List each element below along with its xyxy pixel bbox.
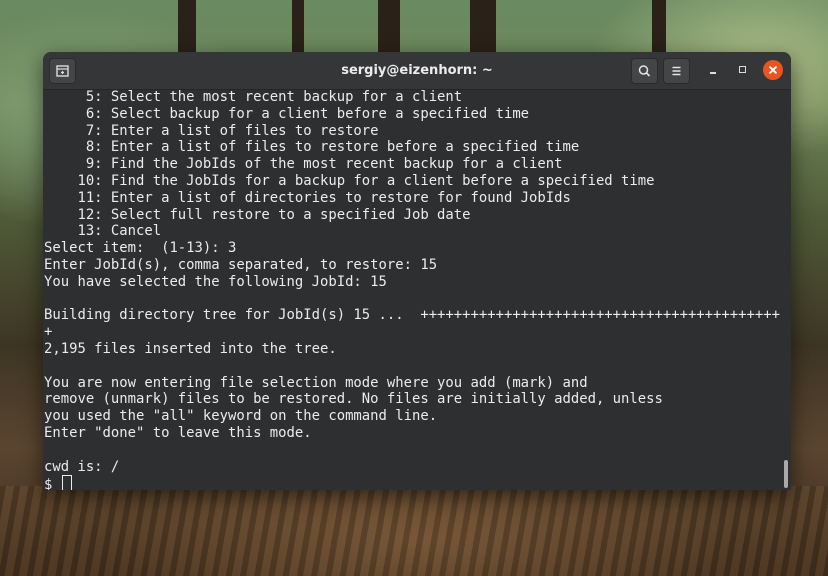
tree-trunk (378, 0, 400, 60)
search-icon (638, 65, 651, 77)
prompt-symbol: $ (44, 477, 61, 490)
terminal-line: 13: Cancel (44, 223, 162, 240)
terminal-line: + (44, 324, 53, 341)
tree-trunk (470, 0, 496, 60)
terminal-line: 9: Find the JobIds of the most recent ba… (44, 156, 563, 173)
maximize-button[interactable] (733, 60, 753, 80)
command-prompt-line[interactable]: $ (44, 475, 780, 490)
menu-button[interactable] (663, 58, 690, 84)
terminal-line: 10: Find the JobIds for a backup for a c… (44, 172, 655, 189)
scrollbar[interactable] (784, 460, 788, 488)
terminal-lines: 5: Select the most recent backup for a c… (44, 89, 780, 490)
title-bar[interactable]: sergiy@eizenhorn: ~ (43, 52, 791, 90)
terminal-line: Select item: (1-13): 3 (44, 240, 237, 257)
terminal-window: sergiy@eizenhorn: ~ 5: Select the most r (43, 52, 791, 490)
close-button[interactable] (763, 60, 783, 80)
terminal-line: Building directory tree for JobId(s) 15 … (44, 307, 780, 324)
terminal-line: 2,195 files inserted into the tree. (44, 340, 337, 357)
terminal-line: Enter "done" to leave this mode. (44, 424, 312, 441)
terminal-line: You are now entering file selection mode… (44, 374, 588, 391)
terminal-line: cwd is: / (44, 458, 120, 475)
search-button[interactable] (631, 58, 658, 84)
tree-trunk (652, 0, 666, 60)
terminal-line: You have selected the following JobId: 1… (44, 273, 387, 290)
terminal-line: 8: Enter a list of files to restore befo… (44, 139, 580, 156)
forest-floor (0, 486, 828, 576)
terminal-line: Enter JobId(s), comma separated, to rest… (44, 256, 438, 273)
text-cursor (61, 475, 72, 490)
terminal-output[interactable]: 5: Select the most recent backup for a c… (43, 89, 791, 490)
terminal-line: 11: Enter a list of directories to resto… (44, 189, 571, 206)
terminal-line: you used the "all" keyword on the comman… (44, 408, 438, 425)
minimize-button[interactable] (703, 60, 723, 80)
terminal-line: 7: Enter a list of files to restore (44, 122, 379, 139)
tree-trunk (178, 0, 196, 60)
terminal-line: 5: Select the most recent backup for a c… (44, 89, 463, 105)
hamburger-menu-icon (672, 66, 681, 76)
terminal-line: 6: Select backup for a client before a s… (44, 105, 530, 122)
terminal-line: remove (unmark) files to be restored. No… (44, 391, 663, 408)
tree-trunk (292, 0, 304, 60)
terminal-line: 12: Select full restore to a specified J… (44, 206, 471, 223)
